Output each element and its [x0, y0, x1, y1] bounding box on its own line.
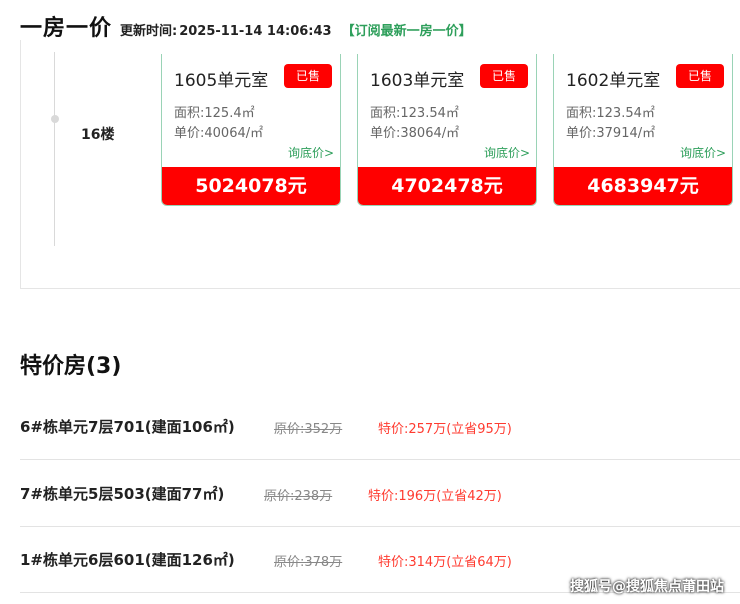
special-unit-name: 7#栋单元5层503(建面77㎡) — [20, 485, 225, 503]
unit-room: 1603单元室 — [370, 71, 465, 91]
unit-total-price: 4683947元 — [554, 167, 732, 205]
sold-badge: 已售 — [676, 64, 724, 88]
special-unit-name: 1#栋单元6层601(建面126㎡) — [20, 551, 235, 569]
sold-badge: 已售 — [284, 64, 332, 88]
floor-panel: 16楼 1605单元室 已售 面积:125.4㎡ 单价:40064/㎡ 询底价>… — [20, 40, 740, 289]
unit-price: 单价:40064/㎡ — [174, 126, 264, 141]
original-price: 原价:378万 — [274, 555, 343, 570]
special-section-title: 特价房(3) — [20, 354, 122, 379]
floor-label: 16楼 — [81, 127, 115, 143]
special-price: 特价:257万(立省95万) — [378, 422, 512, 437]
original-price: 原价:352万 — [274, 422, 343, 437]
update-label: 更新时间: — [120, 24, 178, 39]
subscribe-link[interactable]: 【订阅最新一房一价】 — [342, 20, 472, 39]
unit-card[interactable]: 1602单元室 已售 面积:123.54㎡ 单价:37914/㎡ 询底价> 46… — [553, 54, 733, 206]
unit-total-price: 5024078元 — [162, 167, 340, 205]
special-unit-name: 6#栋单元7层701(建面106㎡) — [20, 418, 235, 436]
page-header: 一房一价 更新时间: 2025-11-14 14:06:43 【订阅最新一房一价… — [20, 10, 472, 44]
special-row[interactable]: 7#栋单元5层503(建面77㎡) 原价:238万 特价:196万(立省42万) — [20, 461, 740, 527]
unit-room: 1605单元室 — [174, 71, 269, 91]
watermark: 搜狐号@搜狐焦点莆田站 — [570, 579, 724, 595]
special-price: 特价:314万(立省64万) — [378, 555, 512, 570]
inquiry-link[interactable]: 询底价> — [484, 144, 530, 161]
timeline-dot — [51, 115, 59, 123]
original-price: 原价:238万 — [264, 489, 333, 504]
unit-card[interactable]: 1605单元室 已售 面积:125.4㎡ 单价:40064/㎡ 询底价> 502… — [161, 54, 341, 206]
unit-price: 单价:37914/㎡ — [566, 126, 656, 141]
special-price: 特价:196万(立省42万) — [368, 489, 502, 504]
unit-area: 面积:125.4㎡ — [174, 106, 255, 121]
sold-badge: 已售 — [480, 64, 528, 88]
unit-price: 单价:38064/㎡ — [370, 126, 460, 141]
inquiry-link[interactable]: 询底价> — [288, 144, 334, 161]
inquiry-link[interactable]: 询底价> — [680, 144, 726, 161]
unit-card[interactable]: 1603单元室 已售 面积:123.54㎡ 单价:38064/㎡ 询底价> 47… — [357, 54, 537, 206]
timeline-line — [54, 52, 55, 246]
unit-room: 1602单元室 — [566, 71, 661, 91]
update-time: 2025-11-14 14:06:43 — [179, 24, 332, 39]
unit-total-price: 4702478元 — [358, 167, 536, 205]
special-row[interactable]: 6#栋单元7层701(建面106㎡) 原价:352万 特价:257万(立省95万… — [20, 394, 740, 460]
page-title: 一房一价 — [20, 16, 113, 41]
unit-area: 面积:123.54㎡ — [566, 106, 655, 121]
unit-area: 面积:123.54㎡ — [370, 106, 459, 121]
